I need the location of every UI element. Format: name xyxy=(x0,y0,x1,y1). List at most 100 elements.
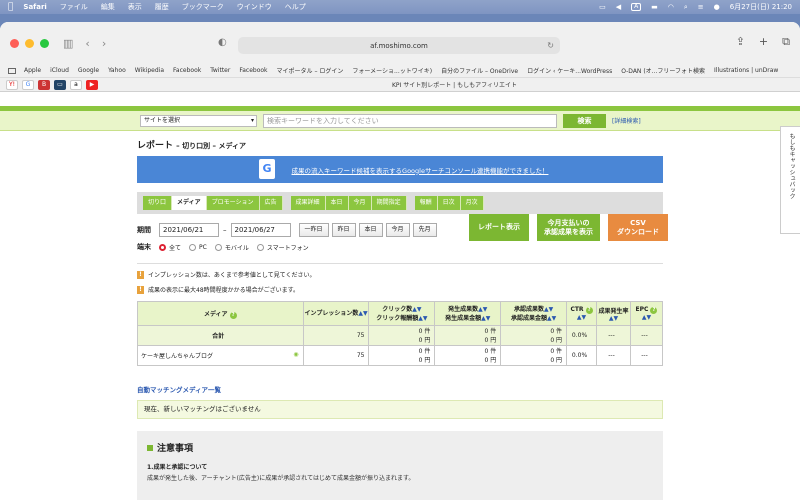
help-icon[interactable]: ? xyxy=(585,307,593,314)
automatch-link[interactable]: 自動マッチングメディア一覧 xyxy=(137,384,663,394)
bookmark-item[interactable]: iCloud xyxy=(50,67,69,74)
tab-daily[interactable]: 日次 xyxy=(437,196,461,210)
last-month-button[interactable]: 先月 xyxy=(412,223,437,237)
menu-bookmarks[interactable]: ブックマーク xyxy=(182,2,224,12)
zoom-window-button[interactable] xyxy=(40,38,49,48)
yahoo-favicon[interactable]: Y! xyxy=(6,79,18,90)
bookmark-item[interactable]: Facebook xyxy=(239,67,267,74)
today-button[interactable]: 本日 xyxy=(358,223,383,237)
tab-ads[interactable]: 広告 xyxy=(259,196,283,210)
device-option-mobile[interactable]: モバイル xyxy=(214,243,249,252)
menu-safari[interactable]: Safari xyxy=(23,3,46,11)
help-icon[interactable]: ? xyxy=(650,307,658,314)
battery-icon[interactable]: ▬ xyxy=(651,3,658,11)
show-payment-button[interactable]: 今月支払いの 承認成果を表示 xyxy=(537,214,600,241)
date-from-input[interactable]: 2021/06/21 xyxy=(159,223,219,237)
sort-icon[interactable]: ▲▼ xyxy=(358,310,367,317)
sidebar-icon[interactable]: ▥ xyxy=(63,37,73,50)
privacy-shield-icon[interactable]: ◐ xyxy=(218,37,227,48)
col-approved[interactable]: 承認成果数▲▼ 承認成果金額▲▼ xyxy=(500,301,568,326)
menubar-datetime[interactable]: 6月27日(日) 21:20 xyxy=(730,2,792,12)
bookmark-item[interactable]: Twitter xyxy=(210,67,230,74)
tab-overview-icon[interactable]: ⧉ xyxy=(782,35,790,49)
menu-window[interactable]: ウインドウ xyxy=(237,2,272,12)
col-occurred[interactable]: 発生成果数▲▼ 発生成果金額▲▼ xyxy=(434,301,502,326)
bookmark-item[interactable]: O-DAN (オ...フリーフォト検索 xyxy=(621,66,705,75)
amazon-favicon[interactable]: a xyxy=(70,79,82,90)
sort-icon[interactable]: ▲▼ xyxy=(547,315,556,322)
bookmarks-grid-icon[interactable] xyxy=(8,67,16,74)
minimize-window-button[interactable] xyxy=(25,38,34,48)
show-report-button[interactable]: レポート表示 xyxy=(469,214,529,241)
active-tab-title[interactable]: KPI サイト別レポート | もしもアフィリエイト xyxy=(392,80,517,89)
bookmark-item[interactable]: Google xyxy=(78,67,99,74)
tab-reward[interactable]: 報酬 xyxy=(414,196,438,210)
col-ctr[interactable]: CTR ? ▲▼ xyxy=(566,301,598,326)
bookmark-item[interactable]: Illustrations | unDraw xyxy=(714,67,778,74)
bookmark-favicon[interactable]: B xyxy=(38,79,50,90)
search-button[interactable]: 検索 xyxy=(563,113,606,128)
radio[interactable] xyxy=(214,243,222,251)
apple-menu-icon[interactable]:  xyxy=(8,2,13,12)
tab-media[interactable]: メディア xyxy=(172,196,207,210)
media-name-link[interactable]: ケーキ屋しんちゃんブログ xyxy=(141,353,213,360)
forward-icon[interactable]: › xyxy=(102,37,106,50)
close-window-button[interactable] xyxy=(10,38,19,48)
expand-icon[interactable]: ◉ xyxy=(293,351,298,358)
sort-icon[interactable]: ▲▼ xyxy=(544,306,553,313)
bookmark-item[interactable]: フォーメーショ...ットワイキ) xyxy=(352,66,432,75)
sort-icon[interactable]: ▲▼ xyxy=(481,315,490,322)
day-before-yesterday-button[interactable]: 一昨日 xyxy=(298,223,329,237)
tab-period[interactable]: 期間指定 xyxy=(371,196,407,210)
bookmark-item[interactable]: ログイン ‹ ケーキ...WordPress xyxy=(527,66,612,75)
input-source-icon[interactable]: A xyxy=(631,3,642,11)
menu-view[interactable]: 表示 xyxy=(128,2,142,12)
date-to-input[interactable]: 2021/06/27 xyxy=(230,223,291,237)
radio-selected[interactable] xyxy=(159,243,166,251)
banner-link[interactable]: 成果の流入キーワード候補を表示するGoogleサーチコンソール連携機能ができまし… xyxy=(292,165,549,175)
device-option-pc[interactable]: PC xyxy=(189,243,207,251)
sort-icon[interactable]: ▲▼ xyxy=(478,306,487,313)
sort-icon[interactable]: ▲▼ xyxy=(642,314,651,321)
volume-icon[interactable]: ◀ xyxy=(616,3,621,11)
site-select[interactable]: サイトを選択 xyxy=(140,114,257,127)
sort-icon[interactable]: ▲▼ xyxy=(577,314,586,321)
radio[interactable] xyxy=(189,243,197,251)
csv-download-button[interactable]: CSV ダウンロード xyxy=(608,214,668,241)
back-icon[interactable]: ‹ xyxy=(85,37,89,50)
col-rate[interactable]: 成果発生率 ▲▼ xyxy=(596,301,631,326)
screen-mirroring-icon[interactable]: ▭ xyxy=(599,3,606,11)
address-bar[interactable]: af.moshimo.com ↻ xyxy=(238,37,560,54)
control-center-icon[interactable]: ≡ xyxy=(698,3,704,11)
device-option-smartphone[interactable]: スマートフォン xyxy=(256,243,309,252)
bookmark-item[interactable]: Wikipedia xyxy=(135,67,164,74)
tab-this-month[interactable]: 今月 xyxy=(348,196,372,210)
reload-icon[interactable]: ↻ xyxy=(547,41,554,50)
tab-today[interactable]: 本日 xyxy=(325,196,349,210)
cashback-side-tab[interactable]: もしもキャッシュバック xyxy=(780,126,800,234)
tab-result-detail[interactable]: 成果詳細 xyxy=(290,196,326,210)
search-console-banner[interactable]: G 成果の流入キーワード候補を表示するGoogleサーチコンソール連携機能ができ… xyxy=(137,156,663,183)
help-icon[interactable]: ? xyxy=(229,311,237,319)
new-tab-icon[interactable]: + xyxy=(759,35,768,49)
menu-edit[interactable]: 編集 xyxy=(101,2,115,12)
sort-icon[interactable]: ▲▼ xyxy=(609,315,618,322)
col-clicks[interactable]: クリック数▲▼ クリック報酬額▲▼ xyxy=(368,301,436,326)
tab-dimension[interactable]: 切り口 xyxy=(143,196,173,210)
advanced-search-link[interactable]: [詳細検索] xyxy=(612,116,641,125)
radio[interactable] xyxy=(256,243,264,251)
search-icon[interactable]: ⌕ xyxy=(684,3,688,12)
menu-help[interactable]: ヘルプ xyxy=(285,2,306,12)
bookmark-item[interactable]: Yahoo xyxy=(108,67,126,74)
user-icon[interactable]: ● xyxy=(714,3,720,11)
youtube-favicon[interactable]: ▶ xyxy=(86,79,98,90)
share-icon[interactable]: ⇪ xyxy=(736,35,745,49)
col-epc[interactable]: EPC ? ▲▼ xyxy=(629,301,664,326)
google-favicon[interactable]: G xyxy=(22,79,34,90)
yesterday-button[interactable]: 昨日 xyxy=(331,223,356,237)
menu-history[interactable]: 履歴 xyxy=(155,2,169,12)
sort-icon[interactable]: ▲▼ xyxy=(412,306,421,313)
device-option-all[interactable]: 全て xyxy=(159,243,181,252)
wifi-icon[interactable]: ◠ xyxy=(668,3,674,11)
bookmark-item[interactable]: Apple xyxy=(24,67,41,74)
